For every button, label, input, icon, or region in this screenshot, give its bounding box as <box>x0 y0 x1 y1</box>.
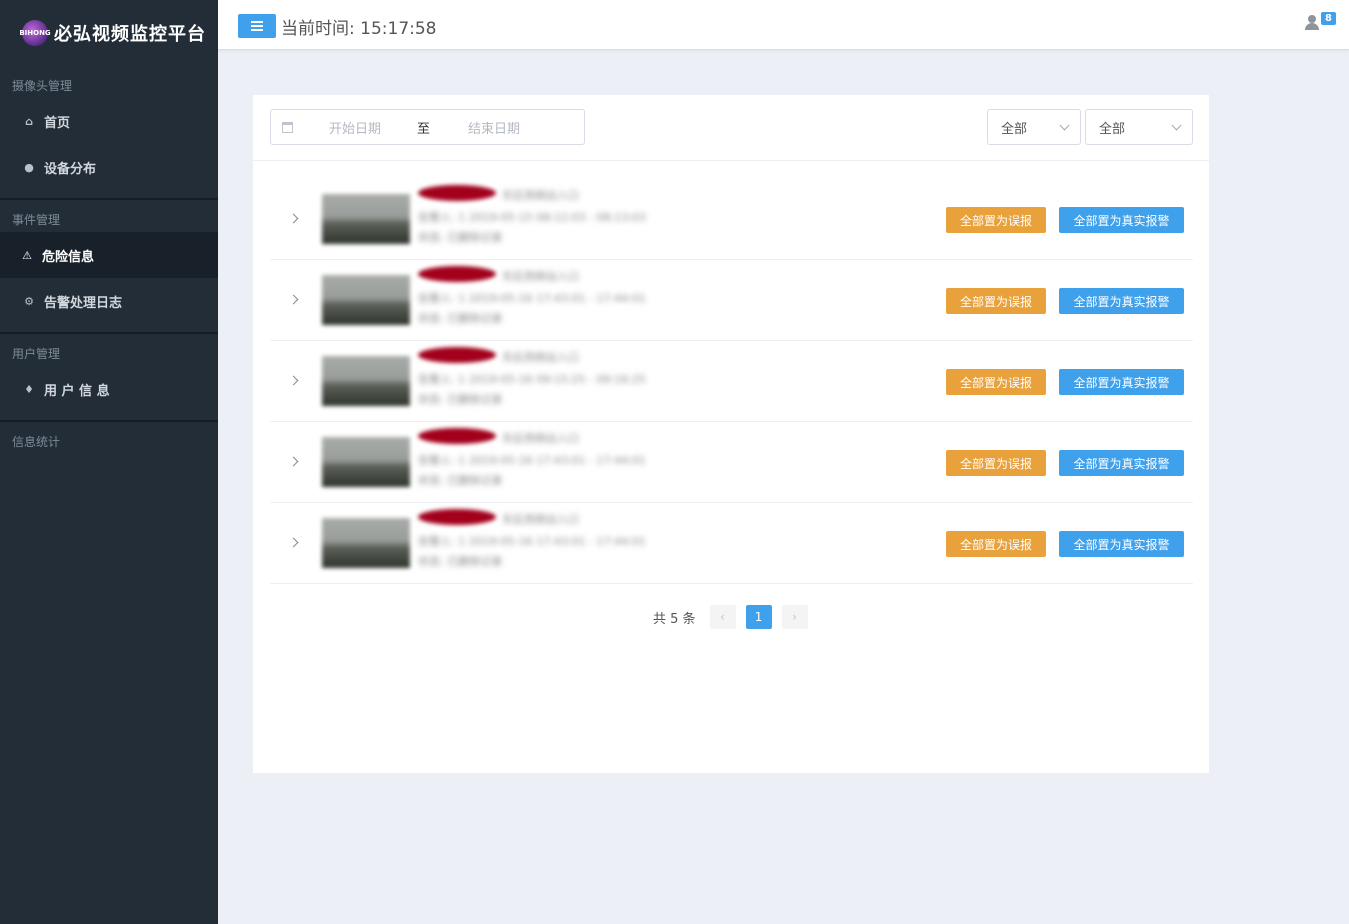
expand-row-icon[interactable] <box>288 456 299 467</box>
chevron-right-icon[interactable]: › <box>781 605 808 629</box>
sidebar-item-device-map[interactable]: ● 设备分布 <box>0 144 218 190</box>
nav-group-title: 摄像头管理 <box>12 78 73 93</box>
expand-row-icon[interactable] <box>288 537 299 548</box>
sidebar-item-alarm-log[interactable]: ⚙ 告警处理日志 <box>0 278 218 324</box>
row-location: 东区西侧出入口 <box>502 432 579 445</box>
table-row: 东区西侧出入口 告警人: 1 2019-05-15 08:12:03 - 08:… <box>270 179 1193 260</box>
map-marker-icon: ● <box>24 160 34 174</box>
nav-group-title: 事件管理 <box>12 212 61 227</box>
redacted-mark <box>418 509 496 525</box>
start-date-input[interactable]: 开始日期 <box>329 118 417 137</box>
current-time: 当前时间: 15:17:58 <box>281 14 437 39</box>
row-location: 东区西侧出入口 <box>502 513 579 526</box>
redacted-mark <box>418 185 496 201</box>
row-time: 告警人: 1 2019-05-16 17:43:01 - 17:44:01 <box>418 292 646 305</box>
sidebar-item-label: 设备分布 <box>44 161 97 177</box>
brand: BIHONG 必弘视频监控平台 <box>0 0 218 66</box>
warning-icon: ⚠ <box>22 248 32 262</box>
row-time: 告警人: 1 2019-05-15 08:12:03 - 08:13:03 <box>418 211 646 224</box>
nav-group-events: 事件管理 ⚠ 危险信息 ⚙ 告警处理日志 <box>0 200 218 334</box>
sidebar-item-user-info[interactable]: ♦ 用 户 信 息 <box>0 366 218 412</box>
user-icon[interactable] <box>1305 15 1319 31</box>
mark-all-true-alarm-button[interactable]: 全部置为真实报警 <box>1059 369 1184 395</box>
fire-icon: ♦ <box>24 382 34 396</box>
hamburger-icon <box>251 25 263 27</box>
expand-row-icon[interactable] <box>288 375 299 386</box>
row-status: 状态: 已删除记录 <box>418 474 503 487</box>
nav-group-camera: 摄像头管理 ⌂ 首页 ● 设备分布 <box>0 66 218 200</box>
sidebar-item-label: 危险信息 <box>42 249 95 265</box>
row-time: 告警人: 1 2019-05-16 17:43:01 - 17:44:01 <box>418 454 646 467</box>
topbar: 当前时间: 15:17:58 8 <box>218 0 1349 50</box>
filter-select-1[interactable]: 全部 <box>987 109 1081 145</box>
mark-all-false-alarm-button[interactable]: 全部置为误报 <box>946 450 1046 476</box>
pagination: 共 5 条 ‹ 1 › <box>653 605 818 629</box>
chevron-left-icon[interactable]: ‹ <box>709 605 736 629</box>
expand-row-icon[interactable] <box>288 213 299 224</box>
sidebar-item-label: 首页 <box>44 115 71 131</box>
calendar-icon <box>282 121 293 133</box>
mark-all-true-alarm-button[interactable]: 全部置为真实报警 <box>1059 207 1184 233</box>
time-value: 15:17:58 <box>360 19 437 39</box>
filter-bar: 开始日期 至 结束日期 全部 全部 <box>253 95 1209 161</box>
table-row: 东区西侧出入口 告警人: 1 2019-05-16 17:43:01 - 17:… <box>270 503 1193 584</box>
alarm-list: 东区西侧出入口 告警人: 1 2019-05-15 08:12:03 - 08:… <box>270 179 1193 584</box>
row-status: 状态: 已删除记录 <box>418 312 503 325</box>
row-status: 状态: 已删除记录 <box>418 393 503 406</box>
nav-group-title[interactable]: 信息统计 <box>0 422 218 454</box>
nav-group-users: 用户管理 ♦ 用 户 信 息 <box>0 334 218 422</box>
mark-all-false-alarm-button[interactable]: 全部置为误报 <box>946 531 1046 557</box>
pagination-total: 共 5 条 <box>653 611 696 627</box>
snapshot-thumbnail[interactable] <box>322 356 410 406</box>
row-status: 状态: 已删除记录 <box>418 231 503 244</box>
page-number-button[interactable]: 1 <box>745 605 772 629</box>
gear-icon: ⚙ <box>24 294 34 308</box>
row-status: 状态: 已删除记录 <box>418 555 503 568</box>
mark-all-true-alarm-button[interactable]: 全部置为真实报警 <box>1059 450 1184 476</box>
redacted-mark <box>418 428 496 444</box>
redacted-mark <box>418 266 496 282</box>
chevron-down-icon <box>1059 120 1070 131</box>
brand-logo: BIHONG <box>19 20 51 46</box>
brand-title: 必弘视频监控平台 <box>54 24 206 45</box>
sidebar-item-label: 告警处理日志 <box>44 295 123 311</box>
end-date-input[interactable]: 结束日期 <box>468 118 520 137</box>
mark-all-true-alarm-button[interactable]: 全部置为真实报警 <box>1059 288 1184 314</box>
redacted-mark <box>418 347 496 363</box>
snapshot-thumbnail[interactable] <box>322 194 410 244</box>
mark-all-false-alarm-button[interactable]: 全部置为误报 <box>946 288 1046 314</box>
date-range-picker[interactable]: 开始日期 至 结束日期 <box>270 109 585 145</box>
home-icon: ⌂ <box>25 114 33 128</box>
snapshot-thumbnail[interactable] <box>322 437 410 487</box>
select-value: 全部 <box>1099 121 1126 137</box>
time-label: 当前时间: <box>281 19 355 39</box>
sidebar-item-home[interactable]: ⌂ 首页 <box>0 98 218 144</box>
menu-toggle-button[interactable] <box>238 14 276 38</box>
filter-select-2[interactable]: 全部 <box>1085 109 1193 145</box>
row-time: 告警人: 1 2019-05-16 09:15:25 - 09:16:25 <box>418 373 646 386</box>
snapshot-thumbnail[interactable] <box>322 275 410 325</box>
mark-all-false-alarm-button[interactable]: 全部置为误报 <box>946 369 1046 395</box>
row-time: 告警人: 1 2019-05-16 17:43:01 - 17:44:01 <box>418 535 646 548</box>
mark-all-false-alarm-button[interactable]: 全部置为误报 <box>946 207 1046 233</box>
nav-group-title: 用户管理 <box>12 346 61 361</box>
row-location: 东区西侧出入口 <box>502 351 579 364</box>
user-badge: 8 <box>1321 12 1336 25</box>
table-row: 东区西侧出入口 告警人: 1 2019-05-16 17:43:01 - 17:… <box>270 260 1193 341</box>
row-location: 东区西侧出入口 <box>502 189 579 202</box>
select-value: 全部 <box>1001 121 1028 137</box>
sidebar: BIHONG 必弘视频监控平台 摄像头管理 ⌂ 首页 ● 设备分布 事件管理 ⚠… <box>0 0 218 924</box>
expand-row-icon[interactable] <box>288 294 299 305</box>
nav-group-stats: 信息统计 <box>0 422 218 454</box>
range-separator: 至 <box>417 121 431 137</box>
sidebar-item-danger-info[interactable]: ⚠ 危险信息 <box>0 232 218 278</box>
row-location: 东区西侧出入口 <box>502 270 579 283</box>
sidebar-item-label: 用 户 信 息 <box>44 383 110 399</box>
snapshot-thumbnail[interactable] <box>322 518 410 568</box>
mark-all-true-alarm-button[interactable]: 全部置为真实报警 <box>1059 531 1184 557</box>
chevron-down-icon <box>1171 120 1182 131</box>
table-row: 东区西侧出入口 告警人: 1 2019-05-16 17:43:01 - 17:… <box>270 422 1193 503</box>
main-panel: 开始日期 至 结束日期 全部 全部 东区西侧出入口 告警人: 1 2019-05… <box>253 95 1209 773</box>
table-row: 东区西侧出入口 告警人: 1 2019-05-16 09:15:25 - 09:… <box>270 341 1193 422</box>
